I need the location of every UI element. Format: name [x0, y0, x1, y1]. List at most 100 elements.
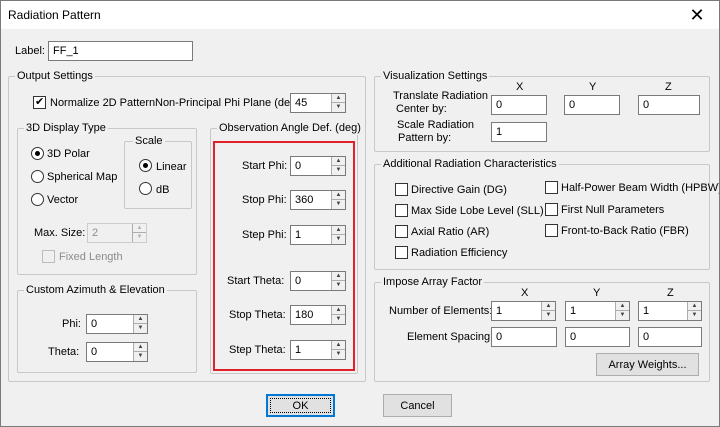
radio-3d-polar[interactable]	[31, 147, 44, 160]
step-theta-spinner[interactable]: 1 ▲ ▼	[290, 340, 346, 360]
spin-up-icon[interactable]: ▲	[332, 341, 345, 350]
af-y-header: Y	[593, 287, 601, 299]
spin-down-icon[interactable]: ▼	[134, 352, 147, 361]
stop-phi-label: Stop Phi:	[242, 194, 287, 206]
step-phi-spinner[interactable]: 1 ▲ ▼	[290, 225, 346, 245]
start-theta-label: Start Theta:	[227, 275, 285, 287]
spin-down-icon[interactable]: ▼	[332, 281, 345, 290]
max-side-lobe-label: Max Side Lobe Level (SLL)	[411, 205, 544, 217]
spin-up-icon[interactable]: ▲	[542, 302, 555, 311]
axial-ratio-checkbox[interactable]	[395, 225, 408, 238]
directive-gain-checkbox[interactable]	[395, 183, 408, 196]
custom-phi-label: Phi:	[62, 318, 81, 330]
start-theta-spinner[interactable]: 0 ▲ ▼	[290, 271, 346, 291]
custom-phi-spinner[interactable]: 0 ▲ ▼	[86, 314, 148, 334]
display-type-title: 3D Display Type	[24, 121, 108, 135]
spin-down-icon[interactable]: ▼	[134, 324, 147, 333]
fixed-length-checkbox	[42, 250, 55, 263]
vis-y-header: Y	[589, 81, 597, 93]
spin-up-icon[interactable]: ▲	[616, 302, 629, 311]
visualization-title: Visualization Settings	[381, 69, 490, 83]
stop-theta-label: Stop Theta:	[229, 309, 286, 321]
radio-vector[interactable]	[31, 193, 44, 206]
num-y-spinner[interactable]: 1 ▲ ▼	[565, 301, 630, 321]
start-phi-spinner[interactable]: 0 ▲ ▼	[290, 156, 346, 176]
custom-theta-spinner[interactable]: 0 ▲ ▼	[86, 342, 148, 362]
non-principal-label: Non-Principal Phi Plane (deg):	[155, 97, 303, 109]
spin-up-icon[interactable]: ▲	[332, 306, 345, 315]
spin-down-icon[interactable]: ▼	[332, 200, 345, 209]
max-size-label: Max. Size:	[34, 227, 86, 239]
translate-x-input[interactable]: 0	[491, 95, 547, 115]
start-phi-label: Start Phi:	[242, 160, 288, 172]
spacing-z-input[interactable]: 0	[638, 327, 702, 347]
first-null-label: First Null Parameters	[561, 204, 665, 216]
spin-down-icon[interactable]: ▼	[332, 166, 345, 175]
radio-db-label: dB	[156, 184, 170, 196]
stop-phi-spinner[interactable]: 360 ▲ ▼	[290, 190, 346, 210]
spin-up-icon[interactable]: ▲	[332, 191, 345, 200]
radio-spherical-map[interactable]	[31, 170, 44, 183]
vis-x-header: X	[516, 81, 524, 93]
element-spacing-label: Element Spacing:	[407, 331, 494, 343]
spin-down-icon: ▼	[136, 234, 143, 240]
spacing-y-input[interactable]: 0	[565, 327, 630, 347]
spin-up-icon[interactable]: ▲	[332, 94, 345, 103]
ok-button[interactable]: OK	[266, 394, 335, 417]
spin-down-icon[interactable]: ▼	[616, 311, 629, 320]
af-x-header: X	[521, 287, 529, 299]
spacing-x-input[interactable]: 0	[491, 327, 557, 347]
af-z-header: Z	[667, 287, 674, 299]
spin-up-icon[interactable]: ▲	[332, 226, 345, 235]
num-elements-label: Number of Elements:	[389, 305, 493, 317]
normalize-checkbox[interactable]	[33, 95, 46, 109]
spin-up-icon[interactable]: ▲	[688, 302, 701, 311]
spin-down-icon[interactable]: ▼	[688, 311, 701, 320]
scale-pattern-label-1: Scale Radiation	[397, 119, 475, 131]
translate-label-1: Translate Radiation	[393, 90, 488, 102]
max-size-spinner: 2 ▲ ▼	[87, 223, 147, 243]
title-bar: Radiation Pattern ✕	[0, 0, 720, 30]
num-z-spinner[interactable]: 1 ▲ ▼	[638, 301, 702, 321]
array-weights-button[interactable]: Array Weights...	[596, 353, 699, 376]
hpbw-checkbox[interactable]	[545, 181, 558, 194]
cancel-button[interactable]: Cancel	[383, 394, 452, 417]
output-settings-title: Output Settings	[15, 69, 95, 83]
spin-up-icon: ▲	[133, 224, 146, 233]
spin-down-icon[interactable]: ▼	[332, 103, 345, 112]
fbr-label: Front-to-Back Ratio (FBR)	[561, 225, 689, 237]
translate-label-2: Center by:	[396, 103, 447, 115]
spin-down-icon[interactable]: ▼	[332, 235, 345, 244]
translate-z-input[interactable]: 0	[638, 95, 700, 115]
custom-az-el-title: Custom Azimuth & Elevation	[24, 283, 167, 297]
translate-y-input[interactable]: 0	[564, 95, 620, 115]
vis-z-header: Z	[665, 81, 672, 93]
max-side-lobe-checkbox[interactable]	[395, 204, 408, 217]
step-phi-label: Step Phi:	[242, 229, 287, 241]
radio-spherical-map-label: Spherical Map	[47, 171, 118, 183]
radio-db[interactable]	[139, 182, 152, 195]
stop-theta-spinner[interactable]: 180 ▲ ▼	[290, 305, 346, 325]
scale-pattern-input[interactable]: 1	[491, 122, 547, 142]
axial-ratio-label: Axial Ratio (AR)	[411, 226, 490, 238]
label-input[interactable]: FF_1	[48, 41, 193, 61]
non-principal-spinner[interactable]: 45 ▲ ▼	[290, 93, 346, 113]
spin-up-icon[interactable]: ▲	[134, 343, 147, 352]
spin-down-icon[interactable]: ▼	[332, 315, 345, 324]
close-icon[interactable]: ✕	[674, 0, 720, 30]
radio-linear[interactable]	[139, 159, 152, 172]
first-null-checkbox[interactable]	[545, 203, 558, 216]
window-title: Radiation Pattern	[8, 8, 101, 22]
fbr-checkbox[interactable]	[545, 224, 558, 237]
spin-up-icon[interactable]: ▲	[332, 272, 345, 281]
spin-up-icon[interactable]: ▲	[134, 315, 147, 324]
spin-up-icon[interactable]: ▲	[332, 157, 345, 166]
hpbw-label: Half-Power Beam Width (HPBW)	[561, 182, 720, 194]
fixed-length-label: Fixed Length	[59, 251, 123, 263]
spin-down-icon[interactable]: ▼	[542, 311, 555, 320]
observation-title: Observation Angle Def. (deg)	[217, 121, 363, 135]
radio-3d-polar-label: 3D Polar	[47, 148, 90, 160]
num-x-spinner[interactable]: 1 ▲ ▼	[491, 301, 556, 321]
radiation-efficiency-checkbox[interactable]	[395, 246, 408, 259]
spin-down-icon[interactable]: ▼	[332, 350, 345, 359]
